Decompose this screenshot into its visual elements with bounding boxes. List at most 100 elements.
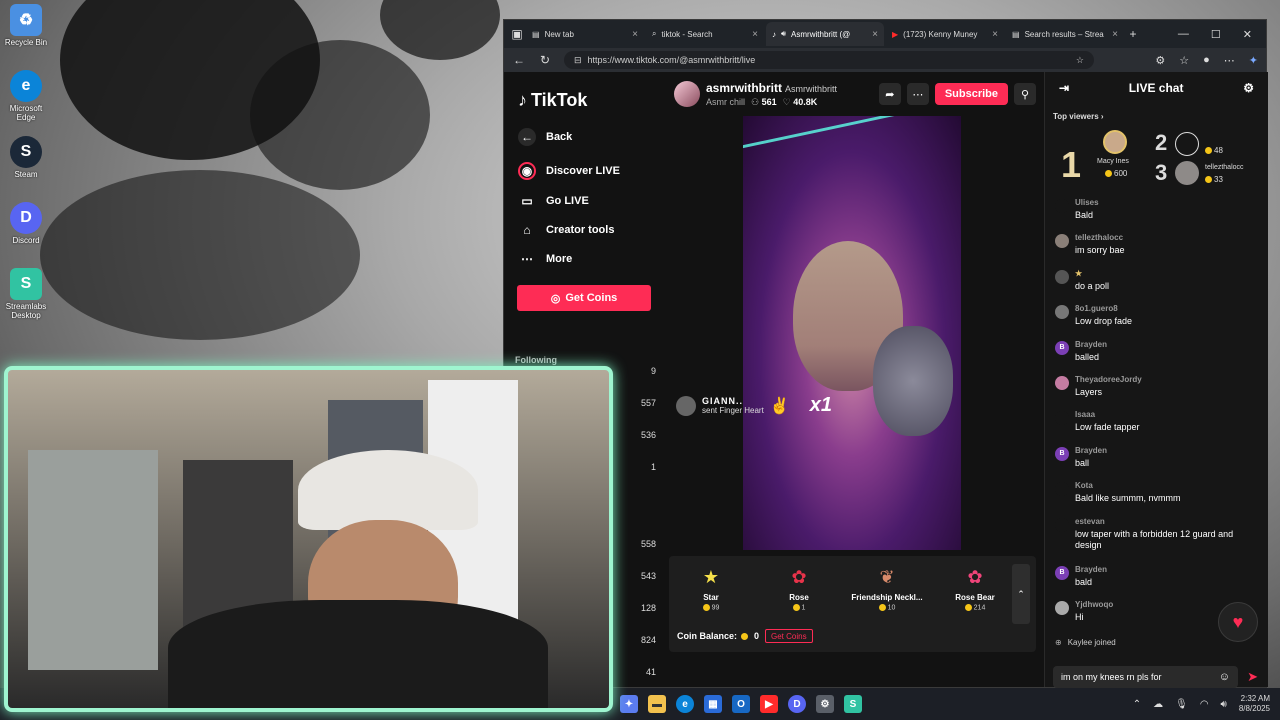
extensions-icon[interactable]: ⚙ (1155, 54, 1165, 67)
top-viewers-link[interactable]: Top viewers › (1053, 112, 1104, 121)
chat-username[interactable]: estevan (1075, 517, 1258, 526)
send-icon[interactable]: ➤ (1247, 669, 1258, 685)
get-coins-button[interactable]: ◎ Get Coins (517, 285, 651, 311)
desktop-icon-recycle-bin[interactable]: ♻ Recycle Bin (0, 0, 52, 66)
close-icon[interactable]: × (992, 29, 998, 40)
outlook-icon[interactable]: O (732, 695, 750, 713)
chat-username[interactable]: Brayden (1075, 565, 1107, 574)
minimize-icon[interactable]: — (1178, 28, 1189, 41)
wifi-icon[interactable]: ◠ (1200, 699, 1209, 710)
copilot-taskbar-icon[interactable]: ✦ (620, 695, 638, 713)
close-window-icon[interactable]: ✕ (1243, 28, 1252, 41)
clock[interactable]: 2:32 AM 8/8/2025 (1239, 694, 1270, 714)
star-icon[interactable]: ☆ (1076, 55, 1084, 66)
streamer-name[interactable]: asmrwithbritt Asmrwithbritt (706, 81, 837, 95)
file-explorer-icon[interactable]: ▬ (648, 695, 666, 713)
nav-discover-live[interactable]: ◉ Discover LIVE (518, 162, 620, 180)
store-icon[interactable]: ▦ (704, 695, 722, 713)
live-video[interactable] (743, 116, 961, 550)
maximize-icon[interactable]: ☐ (1211, 28, 1221, 41)
chat-username[interactable]: ★ (1075, 269, 1109, 278)
nav-go-live[interactable]: ▭ Go LIVE (518, 192, 588, 210)
back-arrow-icon[interactable]: ← (512, 53, 526, 67)
tab-tiktok-search[interactable]: ⌕ tiktok - Search × (646, 22, 764, 46)
edge-taskbar-icon[interactable]: e (676, 695, 694, 713)
emoji-icon[interactable]: ☺ (1219, 671, 1230, 683)
site-info-icon[interactable]: ⊟ (574, 55, 582, 66)
gift-rose-bear[interactable]: ✿ Rose Bear 214 (939, 564, 1011, 612)
top-viewer-avatar[interactable] (1175, 132, 1199, 156)
share-button[interactable]: ➦ (878, 83, 901, 105)
follow-button[interactable]: ⚲ (1014, 83, 1036, 105)
top-viewer-avatar[interactable] (1103, 130, 1127, 154)
close-icon[interactable]: × (1112, 29, 1118, 40)
refresh-icon[interactable]: ↻ (538, 53, 552, 67)
gift-friendship-necklace[interactable]: ❦ Friendship Neckl... 10 (851, 564, 923, 612)
favorites-icon[interactable]: ☆ (1179, 54, 1189, 67)
discord-taskbar-icon[interactable]: D (788, 695, 806, 713)
tab-actions-icon[interactable]: ▣ (510, 27, 524, 41)
cloud-icon[interactable]: ☁ (1153, 699, 1163, 710)
chevron-up-icon[interactable]: ⌃ (1133, 699, 1141, 710)
microphone-icon[interactable]: 🎙︎ (1175, 699, 1188, 710)
chat-avatar[interactable] (1055, 199, 1069, 213)
tab-search-results[interactable]: ▤ Search results – Strea × (1006, 22, 1124, 46)
chat-username[interactable]: Brayden (1075, 446, 1107, 455)
subscribe-button[interactable]: Subscribe (934, 83, 1008, 105)
nav-more[interactable]: ⋯ More (518, 250, 572, 268)
chat-username[interactable]: TheyadoreeJordy (1075, 375, 1142, 384)
chat-avatar[interactable] (1055, 269, 1069, 284)
close-icon[interactable]: × (632, 29, 638, 40)
chat-avatar[interactable] (1055, 375, 1069, 390)
chat-username[interactable]: Ulises (1075, 198, 1099, 207)
chat-avatar[interactable] (1055, 411, 1069, 426)
chat-username[interactable]: Brayden (1075, 340, 1107, 349)
chat-avatar[interactable] (1055, 234, 1069, 249)
chat-avatar[interactable] (1055, 482, 1069, 497)
chat-input[interactable]: im on my knees rn pls for ☺ (1053, 666, 1238, 688)
chat-avatar[interactable] (1055, 305, 1069, 320)
desktop-icon-edge[interactable]: e Microsoft Edge (0, 66, 52, 132)
nav-creator-tools[interactable]: ⌂ Creator tools (518, 221, 614, 239)
tab-asmrwithbritt[interactable]: ♪ 🔊︎ Asmrwithbritt (@ × (766, 22, 884, 46)
like-button[interactable]: ♥ (1218, 602, 1258, 642)
close-icon[interactable]: × (872, 29, 878, 40)
settings-icon[interactable]: ⚙ (816, 695, 834, 713)
close-icon[interactable]: × (752, 29, 758, 40)
chat-avatar[interactable]: B (1055, 565, 1069, 580)
chat-username[interactable]: Isaaa (1075, 410, 1140, 419)
stream-category[interactable]: Asmr chill (706, 97, 745, 108)
expand-gifts-button[interactable]: ⌃ (1012, 564, 1030, 624)
chat-username[interactable]: Yjdhwoqo (1075, 600, 1113, 609)
menu-icon[interactable]: ⋯ (1224, 54, 1235, 67)
chat-avatar[interactable]: B (1055, 446, 1069, 461)
chat-avatar[interactable]: B (1055, 340, 1069, 355)
chat-avatar[interactable] (1055, 600, 1069, 615)
desktop-icon-steam[interactable]: S Steam (0, 132, 52, 198)
chat-settings-icon[interactable]: ⚙ (1243, 81, 1254, 95)
streamer-avatar[interactable] (674, 81, 700, 107)
get-coins-small-button[interactable]: Get Coins (765, 629, 813, 643)
gift-rose[interactable]: ✿ Rose 1 (763, 564, 835, 612)
chat-avatar[interactable] (1055, 517, 1069, 532)
volume-icon[interactable]: 🔊︎ (1221, 699, 1227, 710)
chat-username[interactable]: Kota (1075, 481, 1181, 490)
chat-username[interactable]: tellezthalocc (1075, 233, 1125, 242)
youtube-taskbar-icon[interactable]: ▶ (760, 695, 778, 713)
collapse-chat-icon[interactable]: ⇥ (1059, 81, 1069, 95)
top-viewer-avatar[interactable] (1175, 161, 1199, 185)
profile-icon[interactable]: ● (1203, 54, 1210, 67)
desktop-icon-discord[interactable]: D Discord (0, 198, 52, 264)
tiktok-logo[interactable]: ♪ TikTok (518, 90, 587, 111)
speaker-icon[interactable]: 🔊︎ (781, 29, 786, 39)
more-options-button[interactable]: ⋯ (906, 83, 929, 105)
copilot-icon[interactable]: ✦ (1249, 54, 1258, 67)
streamlabs-taskbar-icon[interactable]: S (844, 695, 862, 713)
chat-username[interactable]: 8o1.guero8 (1075, 304, 1132, 313)
tab-youtube[interactable]: ▶ (1723) Kenny Muney × (886, 22, 1004, 46)
desktop-icon-streamlabs[interactable]: S Streamlabs Desktop (0, 264, 52, 330)
new-tab-icon[interactable]: + (1126, 27, 1140, 41)
gift-star[interactable]: ★ Star 99 (675, 564, 747, 611)
tab-new-tab[interactable]: ▤ New tab × (526, 22, 644, 46)
nav-back[interactable]: ← Back (518, 128, 572, 146)
